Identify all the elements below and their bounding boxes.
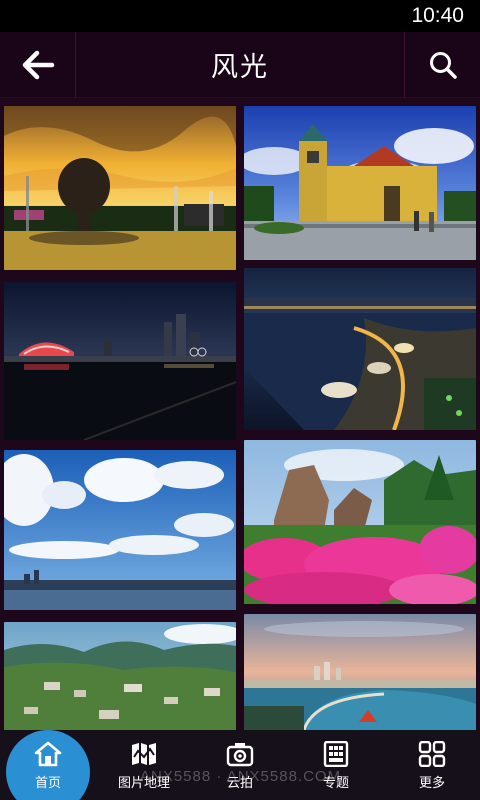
photo-harbor-dusk[interactable] [244, 614, 476, 730]
photo-night-stadium[interactable] [4, 282, 236, 440]
photo-sea-clouds[interactable] [4, 450, 236, 610]
map-icon [130, 740, 158, 768]
nav-item-more[interactable]: 更多 [384, 730, 480, 800]
photo-image [244, 440, 476, 604]
nav-item-photo-geography[interactable]: 图片地理 [96, 730, 192, 800]
nav-item-cloud-shoot[interactable]: 云拍 [192, 730, 288, 800]
photo-grid [0, 98, 480, 730]
search-icon [429, 51, 457, 79]
photo-image [4, 622, 236, 730]
nav-label-photo-geography: 图片地理 [117, 775, 170, 791]
photo-rocks-pink-flowers[interactable] [244, 440, 476, 604]
photo-night-coastline[interactable] [244, 268, 476, 430]
bottom-nav: 首页 图片地理 云拍 专题 更多 [0, 730, 480, 800]
nav-item-topics[interactable]: 专题 [288, 730, 384, 800]
search-button[interactable] [404, 31, 480, 98]
nav-label-topics: 专题 [322, 775, 349, 791]
app-bar: 风光 [0, 31, 480, 98]
photo-image [244, 268, 476, 430]
camera-icon [226, 740, 254, 768]
photo-image [244, 614, 476, 730]
photo-image [244, 106, 476, 260]
more-grid-icon [418, 740, 446, 768]
page-title: 风光 [211, 52, 269, 83]
photo-image [4, 282, 236, 440]
nav-label-more: 更多 [418, 775, 445, 791]
nav-label-home: 首页 [34, 775, 61, 791]
status-time: 10:40 [411, 4, 464, 27]
home-icon [34, 740, 62, 768]
photo-mountains-village[interactable] [4, 622, 236, 730]
photo-image [4, 450, 236, 610]
nav-item-home[interactable]: 首页 [0, 730, 96, 800]
back-button[interactable] [0, 31, 76, 98]
photo-image [4, 106, 236, 270]
back-arrow-icon [22, 50, 54, 79]
nav-label-cloud-shoot: 云拍 [226, 775, 253, 791]
status-bar: 10:40 [0, 0, 480, 32]
photo-sculpture-sunset[interactable] [4, 106, 236, 270]
topic-icon [322, 740, 350, 768]
photo-church-blue-sky[interactable] [244, 106, 476, 260]
